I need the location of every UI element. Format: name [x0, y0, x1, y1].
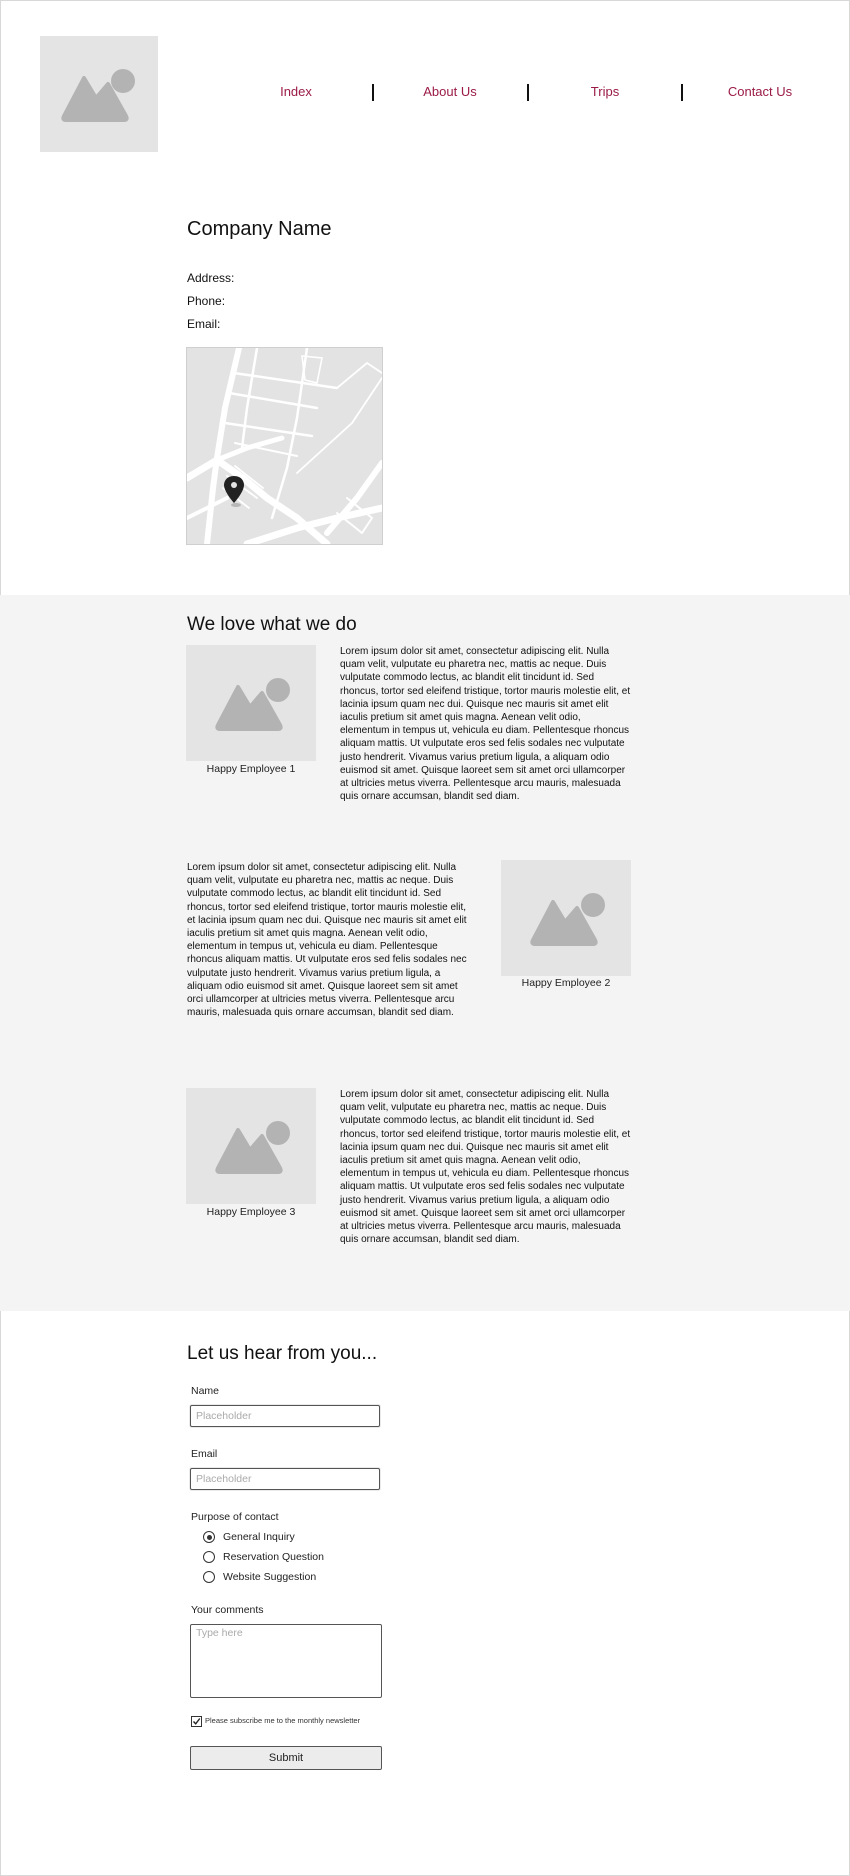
newsletter-checkbox[interactable]	[191, 1716, 202, 1727]
email-label-form: Email	[191, 1448, 218, 1460]
submit-button[interactable]: Submit	[190, 1746, 382, 1770]
main-nav: Index About Us Trips Contact Us	[0, 0, 850, 190]
nav-separator	[372, 84, 374, 101]
employee-2-caption: Happy Employee 2	[521, 977, 611, 989]
radio-label: Website Suggestion	[223, 1571, 317, 1583]
employee-3-image	[186, 1088, 316, 1204]
email-label: Email:	[187, 317, 221, 331]
employee-1-caption: Happy Employee 1	[206, 763, 296, 775]
nav-link-about-us[interactable]: About Us	[380, 84, 520, 99]
radio-button[interactable]	[203, 1571, 215, 1583]
nav-link-trips[interactable]: Trips	[535, 84, 675, 99]
employee-3-text: Lorem ipsum dolor sit amet, consectetur …	[340, 1089, 631, 1246]
location-map[interactable]	[186, 347, 383, 545]
nav-link-index[interactable]: Index	[226, 84, 366, 99]
image-placeholder-icon	[215, 1121, 290, 1174]
nav-separator	[527, 84, 529, 101]
purpose-label: Purpose of contact	[191, 1511, 279, 1523]
radio-button-checked[interactable]	[203, 1531, 215, 1543]
email-input[interactable]	[190, 1468, 380, 1490]
newsletter-label: Please subscribe me to the monthly newsl…	[205, 1716, 361, 1725]
company-name: Company Name	[187, 218, 332, 240]
map-graphic	[187, 348, 382, 544]
image-placeholder-icon	[530, 893, 605, 946]
comments-label: Your comments	[191, 1604, 264, 1616]
radio-label: Reservation Question	[223, 1551, 324, 1563]
phone-label: Phone:	[187, 294, 226, 308]
employee-3-caption: Happy Employee 3	[206, 1206, 296, 1218]
checkmark-icon	[192, 1718, 201, 1725]
nav-link-contact-us[interactable]: Contact Us	[690, 84, 830, 99]
address-label: Address:	[187, 271, 235, 285]
employee-2-image	[501, 860, 631, 976]
employee-1-text: Lorem ipsum dolor sit amet, consectetur …	[340, 646, 631, 803]
radio-label: General Inquiry	[223, 1531, 295, 1543]
contact-form-title: Let us hear from you...	[187, 1343, 378, 1364]
employee-2-text: Lorem ipsum dolor sit amet, consectetur …	[187, 862, 467, 1019]
radio-button[interactable]	[203, 1551, 215, 1563]
employee-1-image	[186, 645, 316, 761]
comments-textarea[interactable]	[190, 1624, 382, 1698]
name-input[interactable]	[190, 1405, 380, 1427]
nav-separator	[681, 84, 683, 101]
image-placeholder-icon	[215, 678, 290, 731]
name-label: Name	[191, 1385, 220, 1397]
employees-section-title: We love what we do	[187, 614, 357, 635]
